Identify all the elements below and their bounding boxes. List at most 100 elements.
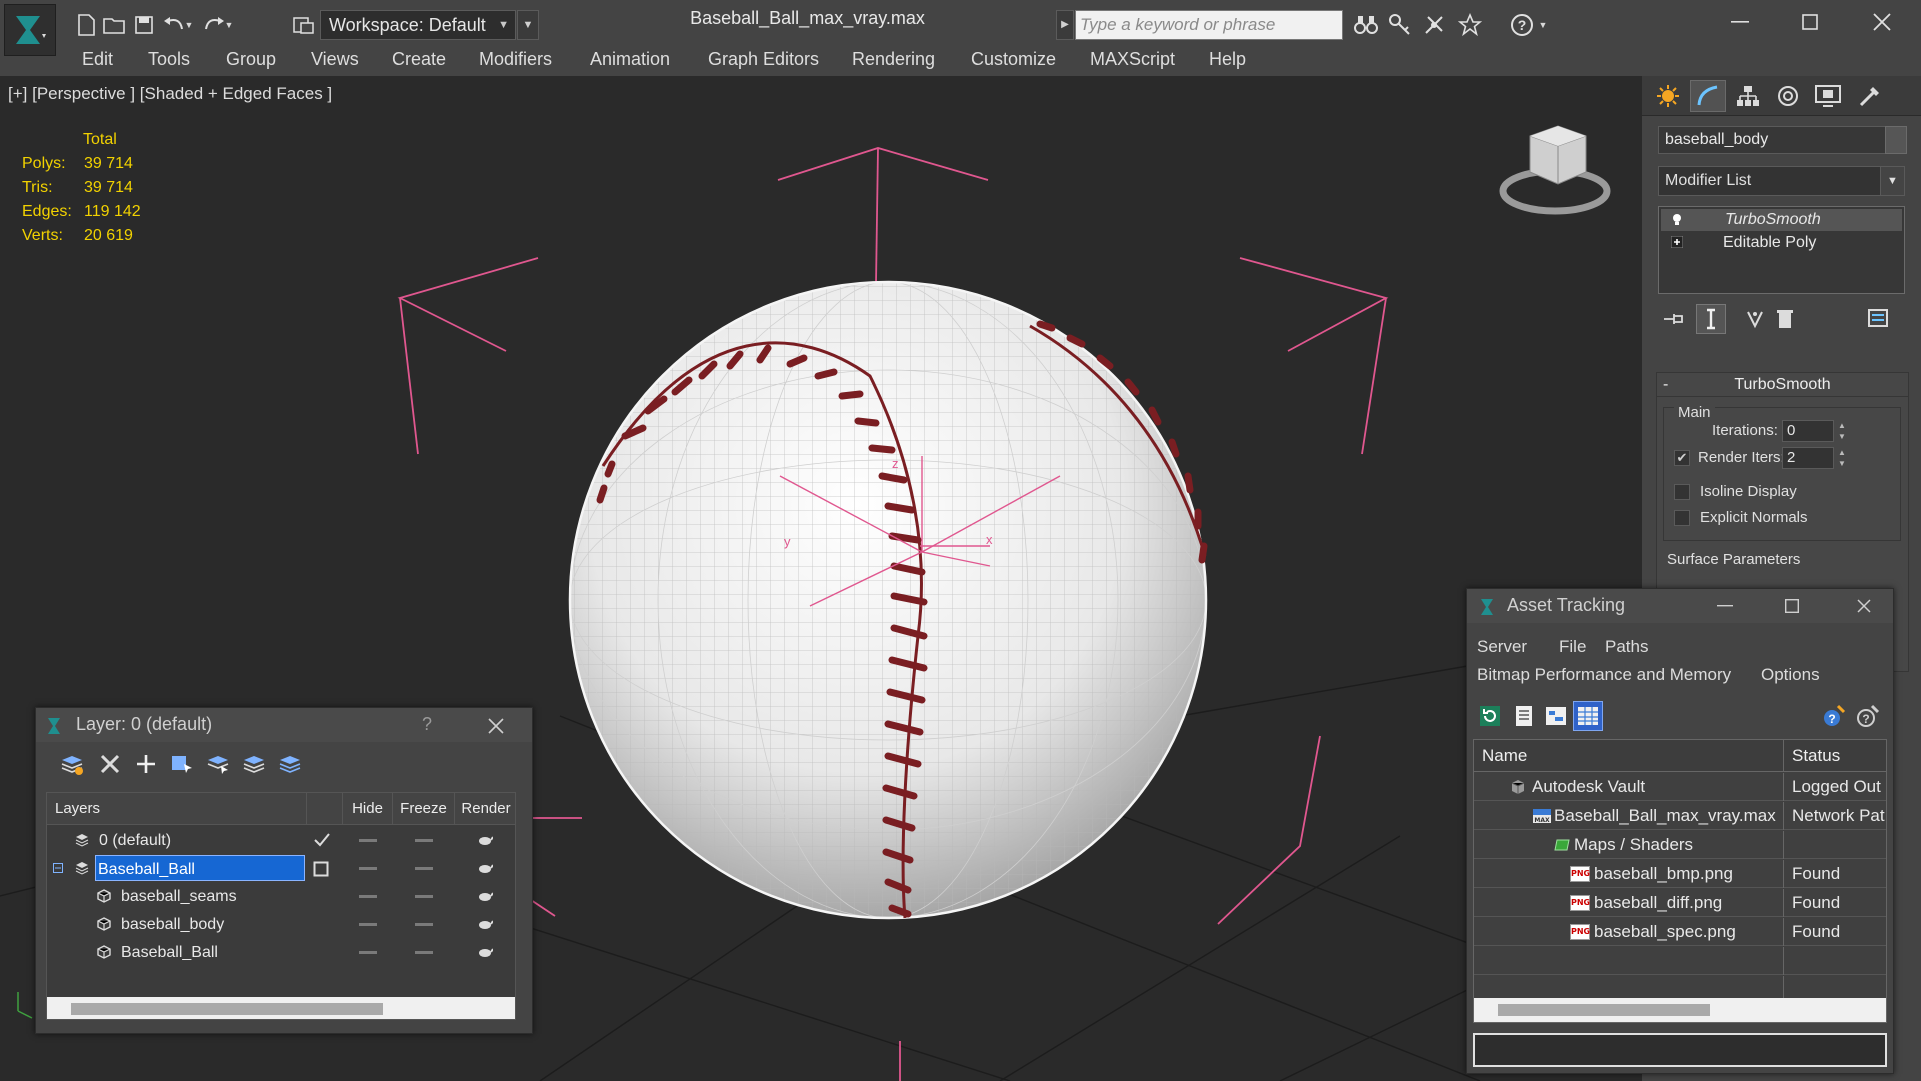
close-icon[interactable] bbox=[488, 718, 504, 734]
layer-name[interactable]: Baseball_Ball bbox=[95, 855, 305, 881]
layer-dialog-titlebar[interactable]: Layer: 0 (default) ? bbox=[36, 708, 532, 742]
render-iters-checkbox[interactable]: ✔ bbox=[1674, 450, 1690, 466]
create-tab-icon[interactable] bbox=[1650, 80, 1686, 112]
menu-rendering[interactable]: Rendering bbox=[852, 49, 935, 70]
render-teapot-icon[interactable] bbox=[477, 890, 493, 902]
menu-options[interactable]: Options bbox=[1761, 665, 1820, 685]
render-teapot-icon[interactable] bbox=[477, 834, 493, 846]
explicit-normals-checkbox[interactable] bbox=[1674, 510, 1690, 526]
stack-item-turbosmooth[interactable]: TurboSmooth bbox=[1661, 209, 1902, 231]
freeze-toggle[interactable] bbox=[415, 867, 433, 870]
menu-customize[interactable]: Customize bbox=[971, 49, 1056, 70]
layer-row[interactable]: 0 (default) bbox=[47, 826, 515, 854]
object-name[interactable]: Baseball_Ball bbox=[119, 939, 218, 965]
spinner-arrows-icon[interactable]: ▲ ▼ bbox=[1836, 447, 1848, 469]
expand-plus-icon[interactable] bbox=[1671, 236, 1683, 248]
highlight-selected-layer-icon[interactable] bbox=[204, 750, 232, 778]
asset-row[interactable]: MAX Baseball_Ball_max_vray.max Network P… bbox=[1474, 802, 1886, 830]
workspace-select[interactable]: Workspace: Default ▼ bbox=[320, 10, 516, 40]
configure-modifier-sets-icon[interactable] bbox=[1864, 304, 1894, 334]
modifier-list-dropdown[interactable]: Modifier List ▼ bbox=[1658, 166, 1905, 196]
minimize-icon[interactable] bbox=[1712, 4, 1768, 40]
render-teapot-icon[interactable] bbox=[477, 946, 493, 958]
menu-maxscript[interactable]: MAXScript bbox=[1090, 49, 1175, 70]
list-view-icon[interactable] bbox=[1509, 701, 1539, 731]
hierarchy-tab-icon[interactable] bbox=[1730, 80, 1766, 112]
star-icon[interactable] bbox=[1456, 11, 1484, 39]
asset-row[interactable]: Autodesk Vault Logged Out bbox=[1474, 773, 1886, 801]
layer-object-row[interactable]: baseball_seams bbox=[47, 882, 515, 910]
menu-bitmap-performance[interactable]: Bitmap Performance and Memory bbox=[1477, 665, 1731, 685]
spinner-arrows-icon[interactable]: ▲ ▼ bbox=[1836, 420, 1848, 442]
key-icon[interactable] bbox=[1386, 11, 1414, 39]
set-current-layer-icon[interactable] bbox=[240, 750, 268, 778]
app-logo-icon[interactable] bbox=[4, 4, 56, 56]
remove-modifier-icon[interactable] bbox=[1770, 304, 1800, 334]
modify-tab-icon[interactable] bbox=[1690, 80, 1726, 112]
menu-group[interactable]: Group bbox=[226, 49, 276, 70]
project-folder-icon[interactable] bbox=[290, 11, 318, 39]
column-header-render[interactable]: Render bbox=[455, 793, 515, 825]
help-icon[interactable]: ? bbox=[1508, 11, 1536, 39]
lightbulb-icon[interactable] bbox=[1671, 213, 1683, 225]
menu-views[interactable]: Views bbox=[311, 49, 359, 70]
show-end-result-icon[interactable] bbox=[1696, 304, 1726, 334]
collapse-icon[interactable] bbox=[53, 863, 63, 873]
object-color-swatch[interactable] bbox=[1885, 126, 1907, 154]
close-icon[interactable] bbox=[1857, 599, 1871, 613]
menu-file[interactable]: File bbox=[1559, 637, 1586, 657]
search-input[interactable]: Type a keyword or phrase bbox=[1075, 10, 1343, 40]
select-objects-in-layer-icon[interactable] bbox=[168, 750, 196, 778]
horizontal-scrollbar[interactable] bbox=[1474, 998, 1886, 1022]
column-header-hide[interactable]: Hide bbox=[343, 793, 393, 825]
maximize-icon[interactable] bbox=[1782, 4, 1838, 40]
help-dropdown-icon[interactable]: ▼ bbox=[1536, 11, 1550, 39]
menu-modifiers[interactable]: Modifiers bbox=[479, 49, 552, 70]
viewport-label[interactable]: [+] [Perspective ] [Shaded + Edged Faces… bbox=[8, 84, 332, 104]
asset-row[interactable]: Maps / Shaders bbox=[1474, 831, 1886, 859]
object-name-field[interactable]: baseball_body bbox=[1658, 126, 1896, 154]
freeze-toggle[interactable] bbox=[415, 951, 433, 954]
tree-view-icon[interactable] bbox=[1541, 701, 1571, 731]
delete-layer-icon[interactable] bbox=[96, 750, 124, 778]
undo-dropdown-icon[interactable]: ▼ bbox=[182, 11, 196, 39]
column-header-status[interactable]: Status bbox=[1784, 740, 1886, 772]
surface-parameters-label[interactable]: Surface Parameters bbox=[1667, 551, 1800, 568]
column-header-freeze[interactable]: Freeze bbox=[393, 793, 455, 825]
menu-paths[interactable]: Paths bbox=[1605, 637, 1648, 657]
hide-toggle[interactable] bbox=[359, 867, 377, 870]
hide-toggle[interactable] bbox=[359, 923, 377, 926]
column-header-layers[interactable]: Layers bbox=[47, 793, 307, 825]
save-icon[interactable] bbox=[130, 11, 158, 39]
communication-center-icon[interactable] bbox=[1420, 11, 1448, 39]
display-tab-icon[interactable] bbox=[1810, 80, 1846, 112]
hide-toggle[interactable] bbox=[359, 839, 377, 842]
layer-name[interactable]: 0 (default) bbox=[97, 827, 171, 853]
maximize-icon[interactable] bbox=[1785, 599, 1799, 613]
make-current-icon[interactable] bbox=[313, 861, 329, 877]
menu-server[interactable]: Server bbox=[1477, 637, 1527, 657]
hide-unhide-all-layers-icon[interactable] bbox=[276, 750, 304, 778]
menu-tools[interactable]: Tools bbox=[148, 49, 190, 70]
iterations-spinner[interactable]: 0 bbox=[1782, 420, 1834, 442]
stack-item-editable-poly[interactable]: Editable Poly bbox=[1661, 232, 1902, 254]
redo-dropdown-icon[interactable]: ▼ bbox=[222, 11, 236, 39]
freeze-toggle[interactable] bbox=[415, 839, 433, 842]
vault-help-icon[interactable]: ? bbox=[1819, 701, 1849, 731]
motion-tab-icon[interactable] bbox=[1770, 80, 1806, 112]
table-view-icon[interactable] bbox=[1573, 701, 1603, 731]
asset-row[interactable]: PNG baseball_bmp.png Found bbox=[1474, 860, 1886, 888]
refresh-icon[interactable] bbox=[1475, 701, 1505, 731]
add-to-layer-icon[interactable] bbox=[132, 750, 160, 778]
scrollbar-thumb[interactable] bbox=[1498, 1004, 1710, 1016]
binoculars-icon[interactable] bbox=[1352, 11, 1380, 39]
freeze-toggle[interactable] bbox=[415, 895, 433, 898]
menu-help[interactable]: Help bbox=[1209, 49, 1246, 70]
menu-animation[interactable]: Animation bbox=[590, 49, 670, 70]
horizontal-scrollbar[interactable] bbox=[47, 997, 515, 1019]
object-name[interactable]: baseball_body bbox=[119, 911, 224, 937]
object-name[interactable]: baseball_seams bbox=[119, 883, 237, 909]
menu-graph-editors[interactable]: Graph Editors bbox=[708, 49, 819, 70]
isoline-display-checkbox[interactable] bbox=[1674, 484, 1690, 500]
new-layer-icon[interactable] bbox=[58, 750, 86, 778]
